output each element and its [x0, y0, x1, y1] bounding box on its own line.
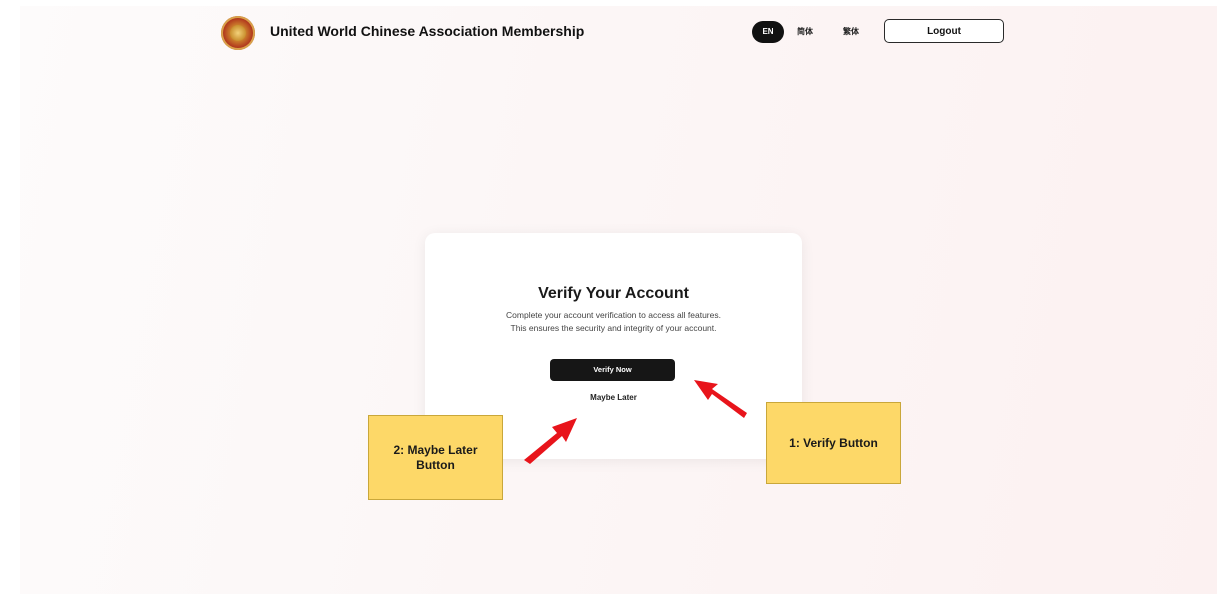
- arrow-to-verify-button-icon: [694, 380, 747, 418]
- annotation-verify-note: 1: Verify Button: [766, 402, 901, 484]
- association-logo-icon[interactable]: [221, 16, 255, 50]
- annotation-maybe-later-note: 2: Maybe Later Button: [368, 415, 503, 500]
- annotation-verify-text: 1: Verify Button: [789, 435, 878, 450]
- arrow-to-maybe-later-icon: [524, 418, 577, 464]
- card-description-line-2: This ensures the security and integrity …: [510, 323, 717, 333]
- language-traditional-button[interactable]: 繁体: [838, 21, 864, 43]
- annotation-maybe-later-text: 2: Maybe Later Button: [393, 442, 478, 472]
- site-title: United World Chinese Association Members…: [270, 23, 585, 39]
- verify-now-button[interactable]: Verify Now: [550, 359, 675, 381]
- language-simplified-button[interactable]: 简体: [792, 21, 818, 43]
- logout-button[interactable]: Logout: [884, 19, 1004, 43]
- top-header: United World Chinese Association Members…: [20, 6, 1217, 60]
- card-description-line-1: Complete your account verification to ac…: [506, 310, 721, 320]
- language-en-button[interactable]: EN: [752, 21, 784, 43]
- card-title: Verify Your Account: [538, 285, 689, 302]
- page-background: United World Chinese Association Members…: [20, 6, 1217, 594]
- card-description: Complete your account verification to ac…: [425, 309, 802, 335]
